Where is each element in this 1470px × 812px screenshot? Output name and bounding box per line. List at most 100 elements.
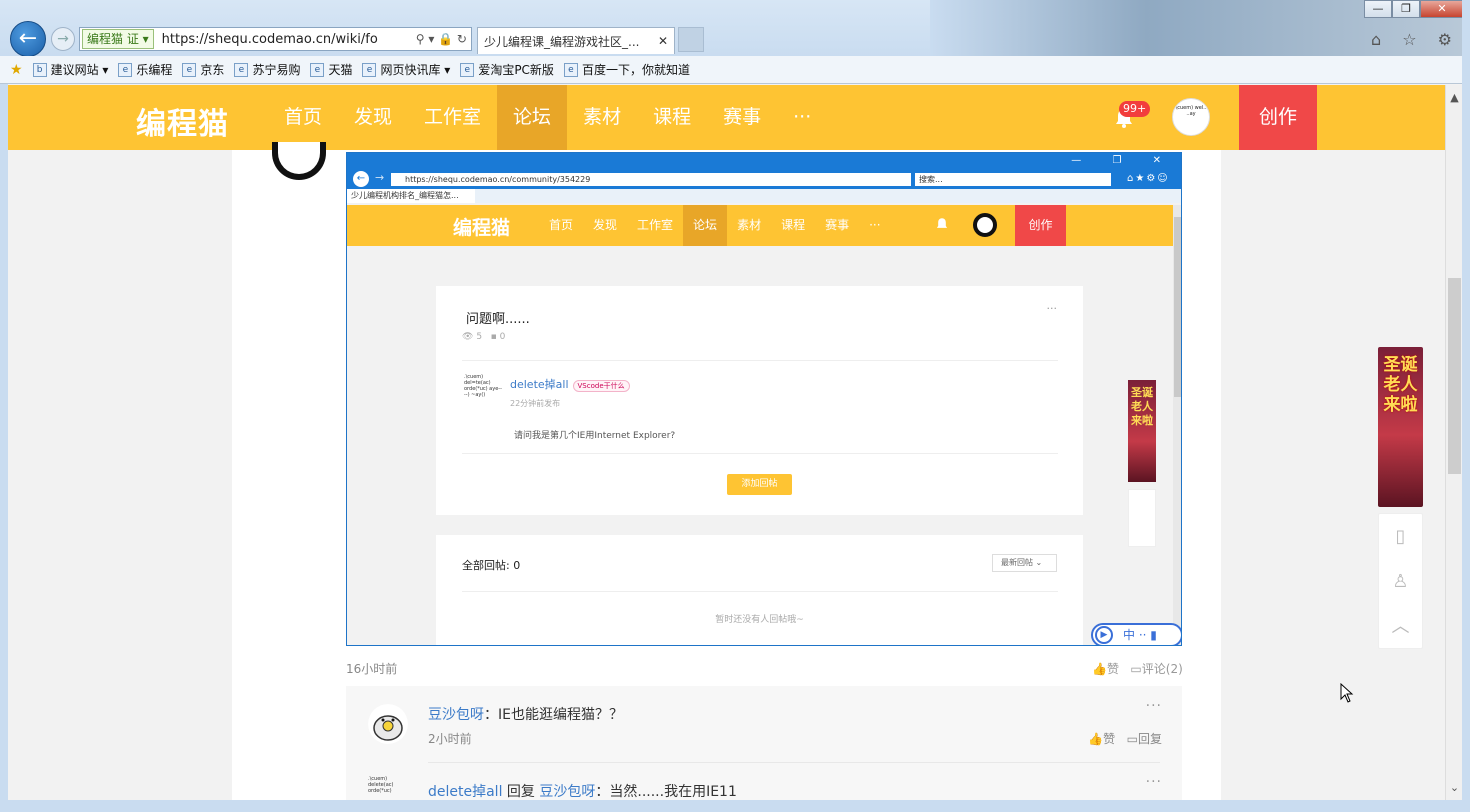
commenter-avatar[interactable] — [368, 704, 408, 744]
window-controls: — ❐ ✕ — [1364, 0, 1464, 20]
embedded-reply-author: delete掉all VScode干什么 — [510, 376, 630, 392]
nav-item-contest[interactable]: 赛事 — [707, 85, 777, 150]
comment-more-icon[interactable]: ··· — [1146, 698, 1162, 714]
url-text[interactable]: https://shequ.codemao.cn/wiki/fo — [162, 32, 416, 47]
forward-button[interactable]: → — [51, 27, 75, 51]
ie-page-icon: e — [460, 62, 475, 77]
embedded-tab: 少儿编程机构排名_编程猫怎... — [347, 189, 475, 203]
play-icon: ▶ — [1095, 626, 1113, 644]
comment-actions: 👍赞 ▭回复 — [1088, 730, 1162, 747]
embedded-reply-tag: VScode干什么 — [572, 380, 630, 392]
favorite-item[interactable]: e 爱淘宝PC新版 — [460, 61, 554, 78]
embedded-nav: 首页 发现 工作室 论坛 素材 课程 赛事 ··· — [539, 205, 891, 246]
nav-item-course[interactable]: 课程 — [637, 85, 707, 150]
comment-list: 豆沙包呀：IE也能逛编程猫？？ 2小时前 ··· 👍赞 ▭回复 .\cuem) … — [346, 686, 1182, 800]
embedded-bell-icon — [935, 217, 949, 231]
side-tools: ▯ ♙ ︿ — [1378, 513, 1423, 649]
embedded-window-controls-icon: — ❐ ✕ — [1071, 155, 1175, 166]
favorite-item[interactable]: e 天猫 — [310, 61, 352, 78]
like-button[interactable]: 赞 — [1107, 662, 1119, 676]
window-border-left — [0, 84, 8, 812]
comment-like-button[interactable]: 赞 — [1103, 732, 1115, 746]
embedded-question-card: 问题啊...... ··· 👁 5 ▪ 0 .\cuem) del=te(ac)… — [436, 286, 1083, 515]
commenter-name[interactable]: 豆沙包呀 — [428, 707, 484, 723]
post-container: — ❐ ✕ ← → https://shequ.codemao.cn/commu… — [232, 142, 1221, 800]
mobile-icon[interactable]: ▯ — [1379, 514, 1422, 559]
notification-badge: 99+ — [1119, 101, 1151, 117]
address-actions-icon[interactable]: ⚲ ▾ 🔒 ↻ — [416, 32, 471, 46]
forward-arrow-icon: → — [57, 31, 69, 47]
comment-icon[interactable]: ▭ — [1130, 662, 1141, 676]
embedded-more-icon: ··· — [1046, 302, 1058, 315]
commenter-avatar[interactable]: .\cuem) delete(ac) orde(*uc) — [368, 776, 408, 800]
favorite-item[interactable]: e 百度一下，你就知道 — [563, 61, 690, 78]
divider — [462, 360, 1058, 361]
ie-page-icon: e — [118, 62, 133, 77]
embedded-logo: 编程猫 — [453, 217, 511, 239]
site-identity-badge[interactable]: 编程猫 证 ▾ — [82, 29, 154, 49]
scroll-down-icon[interactable]: ⌄ — [1446, 781, 1463, 794]
embedded-url: https://shequ.codemao.cn/community/35422… — [391, 173, 911, 186]
nav-item-forum[interactable]: 论坛 — [497, 85, 568, 150]
user-avatar[interactable]: .\cuem) wel... ..ay — [1172, 98, 1210, 136]
like-icon[interactable]: 👍 — [1092, 662, 1107, 676]
favorite-item[interactable]: e 京东 — [182, 61, 224, 78]
embedded-sort-select: 最新回帖 ⌄ — [992, 554, 1057, 572]
close-window-button[interactable]: ✕ — [1420, 0, 1464, 18]
reply-icon: ▭ — [1126, 732, 1138, 746]
site-header: 编程猫 首页 发现 工作室 论坛 素材 课程 赛事 ··· 99+ .\cuem… — [8, 85, 1445, 150]
comment-reply-button[interactable]: 回复 — [1138, 732, 1162, 746]
browser-tab[interactable]: 少儿编程课_编程游戏社区_... ✕ — [477, 27, 675, 54]
favorite-item[interactable]: e 乐编程 — [118, 61, 172, 78]
scroll-thumb[interactable] — [1448, 278, 1461, 474]
nav-item-material[interactable]: 素材 — [567, 85, 637, 150]
tab-close-icon[interactable]: ✕ — [658, 34, 668, 48]
embedded-forward-icon: → — [375, 171, 385, 184]
nav-item-studio[interactable]: 工作室 — [408, 85, 497, 150]
ie-page-icon: e — [182, 62, 197, 77]
ie-page-icon: e — [563, 62, 578, 77]
tab-title: 少儿编程课_编程游戏社区_... — [484, 34, 640, 49]
minimize-button[interactable]: — — [1364, 0, 1392, 18]
divider — [462, 453, 1058, 454]
divider — [428, 762, 1160, 763]
comment-more-icon[interactable]: ··· — [1146, 774, 1162, 790]
commenter-name[interactable]: delete掉all — [428, 784, 502, 800]
author-avatar[interactable] — [272, 142, 326, 180]
scroll-up-icon[interactable]: ▲ — [1446, 91, 1463, 104]
back-to-top-icon[interactable]: ︿ — [1379, 604, 1422, 649]
page-scrollbar[interactable]: ▲ ⌄ — [1445, 85, 1462, 800]
favorites-bar: ★ b 建议网站 ▾ e 乐编程 e 京东 e 苏宁易购 e 天猫 e 网页快讯库 ▾ e爱… — [0, 56, 1470, 84]
comment-button[interactable]: 评论(2) — [1142, 662, 1183, 676]
embedded-add-reply-button: 添加回帖 — [727, 474, 792, 495]
restore-button[interactable]: ❐ — [1392, 0, 1420, 18]
favorite-item[interactable]: e 网页快讯库 ▾ — [362, 61, 450, 78]
embedded-scrollbar — [1173, 205, 1181, 645]
comment-text: 豆沙包呀：IE也能逛编程猫？？ — [428, 707, 623, 723]
address-bar[interactable]: 编程猫 证 ▾ https://shequ.codemao.cn/wiki/fo… — [79, 27, 472, 51]
embedded-nav-item: 素材 — [737, 218, 762, 232]
create-button[interactable]: 创作 — [1239, 85, 1317, 150]
page-viewport: 编程猫 首页 发现 工作室 论坛 素材 课程 赛事 ··· 99+ .\cuem… — [8, 85, 1445, 800]
nav-item-discover[interactable]: 发现 — [338, 85, 408, 150]
embedded-nav-item: 课程 — [781, 218, 806, 232]
favorite-item[interactable]: e 苏宁易购 — [234, 61, 300, 78]
qq-icon[interactable]: ♙ — [1379, 559, 1422, 604]
embedded-search: 搜索... — [915, 173, 1111, 186]
nav-item-home[interactable]: 首页 — [268, 85, 338, 150]
favorite-item[interactable]: b 建议网站 ▾ — [32, 61, 108, 78]
nav-more-icon[interactable]: ··· — [777, 85, 827, 150]
ie-page-icon: e — [234, 62, 249, 77]
browser-tools-icons[interactable]: ⌂ ☆ ⚙ — [1371, 30, 1460, 49]
embedded-reply-text: 请问我是第几个IE用Internet Explorer? — [514, 431, 676, 441]
window-border-bottom — [0, 800, 1470, 812]
divider — [462, 591, 1058, 592]
reply-target-name[interactable]: 豆沙包呀 — [539, 784, 595, 800]
site-logo[interactable]: 编程猫 — [136, 99, 229, 143]
new-tab-button[interactable] — [678, 27, 704, 52]
back-button[interactable]: ← — [10, 21, 46, 57]
christmas-ad-banner[interactable]: 圣诞老人来啦 — [1378, 347, 1423, 507]
comment-time: 2小时前 — [428, 732, 472, 746]
embedded-reply-time: 22分钟前发布 — [510, 399, 561, 408]
favorites-star-icon[interactable]: ★ — [10, 62, 23, 78]
